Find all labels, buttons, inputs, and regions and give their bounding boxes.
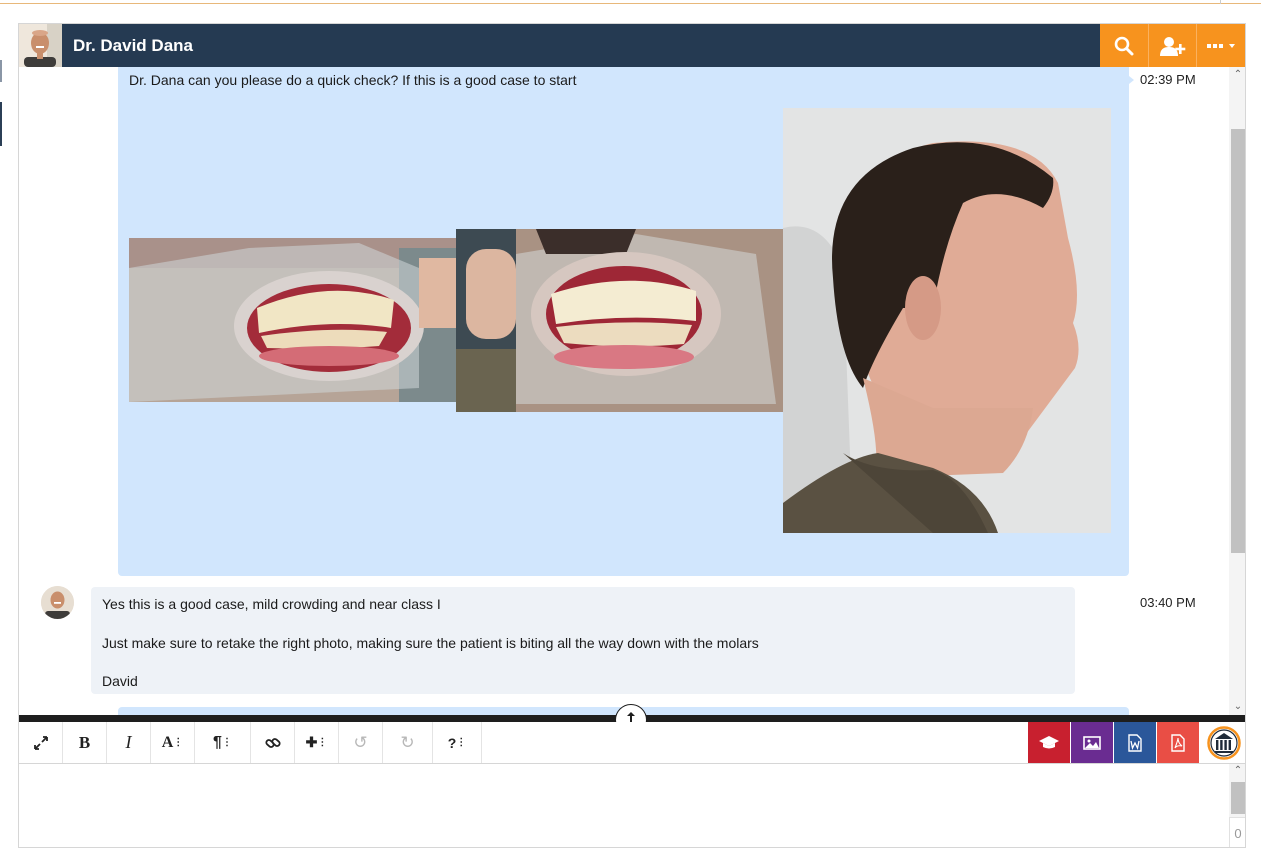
education-export-button[interactable] xyxy=(1028,722,1070,763)
message-line: Just make sure to retake the right photo… xyxy=(102,635,759,651)
font-size-button[interactable]: A ⋮ xyxy=(151,722,195,763)
education-export-icon xyxy=(1039,735,1059,748)
outgoing-message-bubble: Dr. Dana can you please do a quick check… xyxy=(118,67,1129,576)
left-edge-marks xyxy=(0,60,2,150)
institution-icon xyxy=(1207,725,1241,760)
undo-button[interactable]: ↺ xyxy=(339,722,383,763)
incoming-message-bubble: Yes this is a good case, mild crowding a… xyxy=(91,587,1075,694)
word-export-button[interactable] xyxy=(1114,722,1156,763)
image-export-icon xyxy=(1083,735,1101,750)
bold-icon: B xyxy=(78,732,91,752)
search-button[interactable] xyxy=(1100,24,1148,67)
help-icon: ? xyxy=(447,734,457,751)
message-editor[interactable] xyxy=(19,764,1229,847)
scrollbar-thumb[interactable] xyxy=(1231,129,1245,553)
image-export-button[interactable] xyxy=(1071,722,1113,763)
bold-button[interactable]: B xyxy=(63,722,107,763)
scroll-down-arrow[interactable]: ⌄ xyxy=(1229,700,1245,714)
top-border xyxy=(0,3,1261,4)
paragraph-button[interactable]: ¶ ⋮ xyxy=(195,722,251,763)
help-button[interactable]: ? ⋮ xyxy=(433,722,482,763)
word-export-icon xyxy=(1128,733,1142,752)
pdf-export-icon xyxy=(1171,733,1185,752)
redo-icon: ↻ xyxy=(400,732,415,752)
attachment-photo-profile[interactable] xyxy=(783,108,1111,533)
chat-window: Dr. David Dana Dr. Dana can you please d… xyxy=(18,23,1246,848)
fullscreen-icon xyxy=(33,735,48,750)
fullscreen-button[interactable] xyxy=(19,722,63,763)
character-counter: 0 xyxy=(1229,817,1245,847)
chat-header: Dr. David Dana xyxy=(19,24,1245,67)
message-text: Dr. Dana can you please do a quick check… xyxy=(129,72,577,88)
institution-button[interactable] xyxy=(1201,722,1245,763)
add-user-button[interactable] xyxy=(1148,24,1196,67)
scrollbar-thumb[interactable] xyxy=(1231,782,1245,814)
undo-icon: ↺ xyxy=(353,732,368,752)
bubble-pointer xyxy=(1129,76,1134,84)
link-icon xyxy=(264,737,281,748)
insert-icon: ✚ xyxy=(305,734,318,750)
message-time: 02:39 PM xyxy=(1140,72,1196,87)
scroll-up-arrow[interactable]: ⌃ xyxy=(1229,68,1245,82)
attachment-photo-intraoral-right[interactable] xyxy=(456,229,783,412)
pdf-export-button[interactable] xyxy=(1157,722,1199,763)
sender-avatar[interactable] xyxy=(41,586,74,619)
insert-button[interactable]: ✚ ⋮ xyxy=(295,722,339,763)
contact-avatar[interactable] xyxy=(19,24,62,67)
add-user-icon xyxy=(1159,36,1185,56)
message-line: Yes this is a good case, mild crowding a… xyxy=(102,596,441,612)
italic-icon: I xyxy=(125,732,132,752)
contact-name: Dr. David Dana xyxy=(73,36,193,55)
more-options-icon xyxy=(1207,43,1235,48)
editor-toolbar: B I A ⋮ ¶ ⋮ ✚ ⋮ ↺ ↻ ? ⋮ xyxy=(19,722,1245,764)
top-divider xyxy=(1220,0,1221,4)
redo-button[interactable]: ↻ xyxy=(383,722,433,763)
link-button[interactable] xyxy=(251,722,295,763)
message-signature: David xyxy=(102,673,138,689)
font-size-icon: A xyxy=(161,733,174,751)
more-options-button[interactable] xyxy=(1196,24,1245,67)
paragraph-icon: ¶ xyxy=(213,733,222,751)
italic-button[interactable]: I xyxy=(107,722,151,763)
scroll-up-arrow[interactable]: ⌃ xyxy=(1229,764,1245,778)
message-time: 03:40 PM xyxy=(1140,595,1196,610)
message-scrollbar[interactable]: ⌃ ⌄ xyxy=(1229,67,1245,715)
search-icon xyxy=(1114,36,1134,55)
attachment-photo-intraoral-left[interactable] xyxy=(129,238,456,402)
message-list[interactable]: Dr. Dana can you please do a quick check… xyxy=(19,67,1229,715)
